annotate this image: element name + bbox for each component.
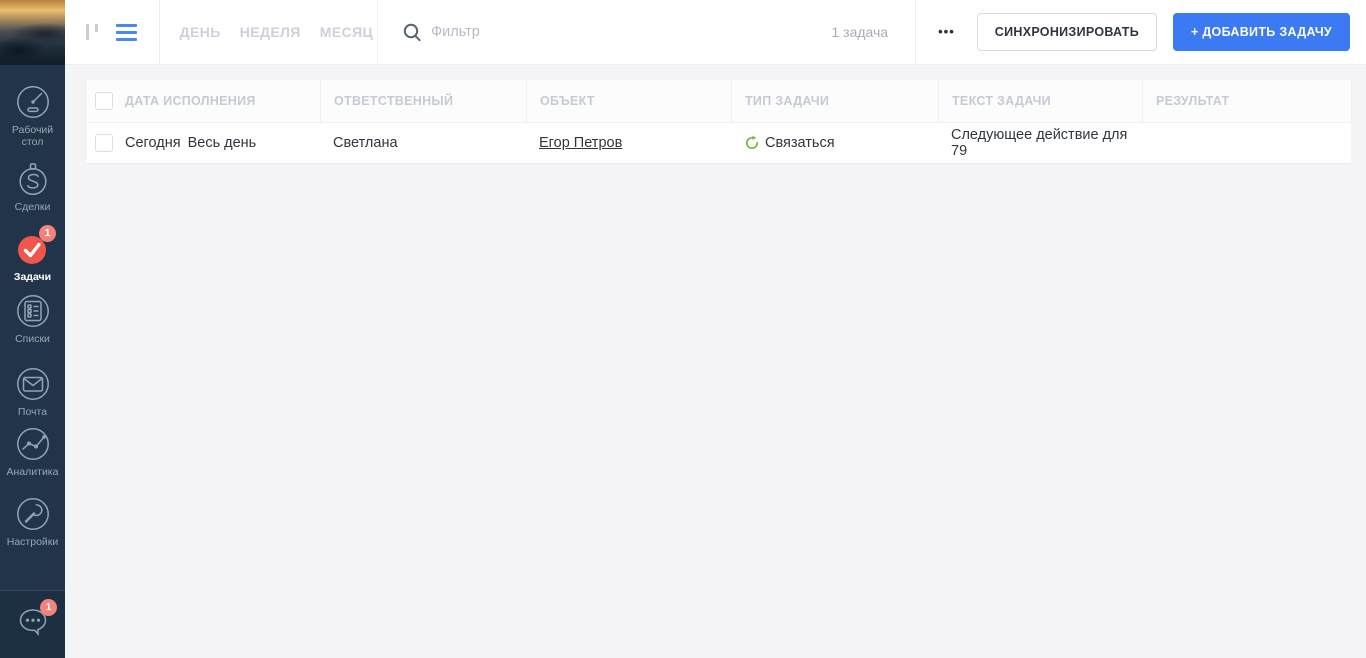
chat-count-badge: 1 <box>40 599 57 616</box>
tab-week[interactable]: НЕДЕЛЯ <box>240 24 301 40</box>
contact-link[interactable]: Егор Петров <box>539 135 622 151</box>
task-date: Сегодня <box>125 135 181 151</box>
workspace-photo[interactable] <box>0 0 65 65</box>
deals-icon <box>15 161 51 197</box>
row-checkbox[interactable] <box>95 134 113 152</box>
task-type-cell: Связаться <box>731 123 938 163</box>
tasks-count-badge: 1 <box>39 225 56 242</box>
sidebar-item-settings[interactable]: Настройки <box>0 496 65 548</box>
lists-icon <box>15 293 51 329</box>
add-task-button[interactable]: + ДОБАВИТЬ ЗАДАЧУ <box>1173 13 1350 51</box>
support-chat-button[interactable]: 1 <box>0 603 65 641</box>
sidebar-item-label: Почта <box>0 406 65 418</box>
sidebar-item-lists[interactable]: Списки <box>0 293 65 345</box>
sidebar-bottom-section: 1 <box>0 590 65 658</box>
sidebar-item-dashboard[interactable]: Рабочий стол <box>0 84 65 148</box>
sidebar-item-label: Аналитика <box>0 466 65 478</box>
task-object-cell: Егор Петров <box>526 123 731 163</box>
sidebar-item-label: Списки <box>0 333 65 345</box>
column-header-object[interactable]: ОБЪЕКТ <box>526 80 731 122</box>
follow-up-icon <box>744 135 760 151</box>
table-row[interactable]: Сегодня Весь день Светлана Егор Петров С… <box>87 122 1351 164</box>
task-date-cell: Сегодня Весь день <box>125 123 320 163</box>
sidebar-item-tasks[interactable]: 1 Задачи <box>0 231 65 283</box>
filter-section: 1 задача <box>377 0 915 64</box>
analytics-icon <box>15 426 51 462</box>
tab-month[interactable]: МЕСЯЦ <box>320 24 373 40</box>
column-header-date[interactable]: ДАТА ИСПОЛНЕНИЯ <box>125 80 320 122</box>
more-options-button[interactable]: ••• <box>932 20 961 44</box>
menu-icon[interactable] <box>116 24 137 41</box>
select-all-checkbox[interactable] <box>95 92 113 110</box>
sidebar-item-deals[interactable]: Сделки <box>0 161 65 213</box>
topbar-left-controls <box>65 0 159 64</box>
filter-input[interactable] <box>431 17 831 47</box>
tab-day[interactable]: ДЕНЬ <box>180 24 221 40</box>
collapse-columns-icon[interactable] <box>86 24 98 40</box>
sidebar-item-mail[interactable]: Почта <box>0 366 65 418</box>
period-tabs: ДЕНЬ НЕДЕЛЯ МЕСЯЦ <box>159 0 378 64</box>
task-responsible-cell: Светлана <box>320 123 526 163</box>
dashboard-icon <box>15 84 51 120</box>
task-count-label: 1 задача <box>831 24 888 40</box>
synchronize-button[interactable]: СИНХРОНИЗИРОВАТЬ <box>977 13 1157 51</box>
tasks-table: ДАТА ИСПОЛНЕНИЯ ОТВЕТСТВЕННЫЙ ОБЪЕКТ ТИП… <box>87 80 1351 164</box>
topbar-actions: ••• СИНХРОНИЗИРОВАТЬ + ДОБАВИТЬ ЗАДАЧУ <box>915 0 1366 64</box>
task-time: Весь день <box>188 135 257 151</box>
column-header-result[interactable]: РЕЗУЛЬТАТ <box>1142 80 1351 122</box>
sidebar-item-label: Настройки <box>0 536 65 548</box>
column-header-task-type[interactable]: ТИП ЗАДАЧИ <box>731 80 938 122</box>
task-text-cell: Следующее действие для 79 <box>938 123 1142 163</box>
column-header-task-text[interactable]: ТЕКСТ ЗАДАЧИ <box>938 80 1142 122</box>
table-header-row: ДАТА ИСПОЛНЕНИЯ ОТВЕТСТВЕННЫЙ ОБЪЕКТ ТИП… <box>87 80 1351 122</box>
sidebar-item-label: Рабочий стол <box>0 124 65 148</box>
mail-icon <box>15 366 51 402</box>
sidebar-item-analytics[interactable]: Аналитика <box>0 426 65 478</box>
task-type-label: Связаться <box>765 135 835 151</box>
sidebar: Рабочий стол Сделки 1 Задачи <box>0 0 65 658</box>
sidebar-item-label: Задачи <box>0 271 65 283</box>
search-icon <box>403 23 422 42</box>
topbar: ДЕНЬ НЕДЕЛЯ МЕСЯЦ 1 задача ••• СИНХРОНИЗ… <box>65 0 1366 65</box>
task-result-cell <box>1142 123 1351 163</box>
column-header-responsible[interactable]: ОТВЕТСТВЕННЫЙ <box>320 80 526 122</box>
sidebar-item-label: Сделки <box>0 201 65 213</box>
settings-icon <box>15 496 51 532</box>
